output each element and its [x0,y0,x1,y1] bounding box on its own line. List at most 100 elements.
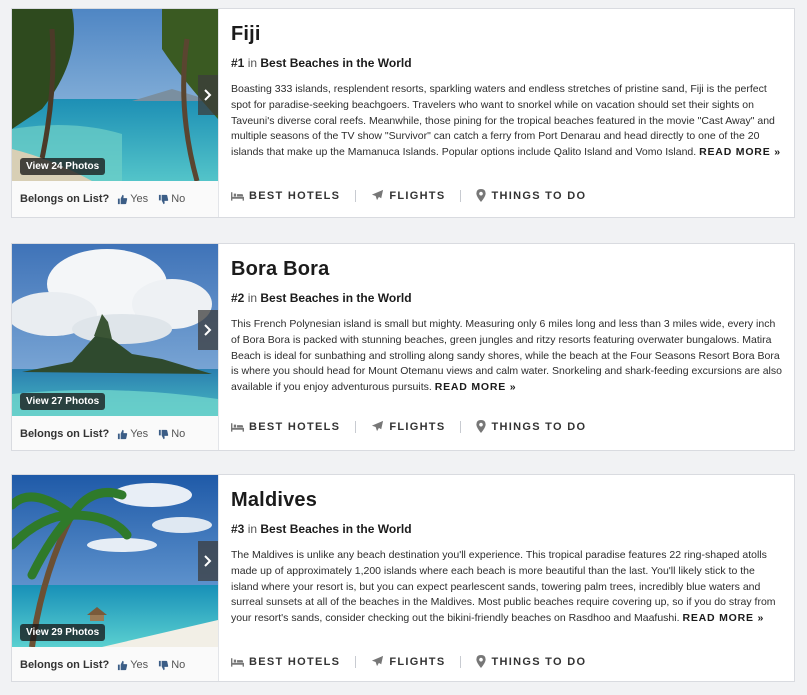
flights-link[interactable]: FLIGHTS [371,420,445,433]
vote-no-button[interactable]: No [158,659,185,671]
read-more-link[interactable]: READ MORE » [435,381,517,393]
vote-no-label: No [171,659,186,671]
things-to-do-label: THINGS TO DO [491,420,587,433]
next-photo-button[interactable] [198,541,218,581]
vote-question: Belongs on List? [20,659,110,671]
view-photos-button[interactable]: View 24 Photos [20,158,106,175]
link-divider [355,655,357,668]
destination-title[interactable]: Bora Bora [231,258,782,281]
bed-icon [231,657,244,667]
view-photos-button[interactable]: View 27 Photos [20,393,106,410]
rank-number: #1 [231,56,245,70]
flights-label: FLIGHTS [389,655,446,668]
best-hotels-label: BEST HOTELS [249,655,341,668]
related-links: BEST HOTELS FLIGHTS THINGS TO DO [231,655,586,668]
destination-description: Boasting 333 islands, resplendent resort… [231,82,782,161]
related-links: BEST HOTELS FLIGHTS THINGS TO DO [231,420,586,433]
link-divider [460,189,462,202]
best-hotels-link[interactable]: BEST HOTELS [231,421,340,433]
things-to-do-link[interactable]: THINGS TO DO [476,420,586,433]
view-photos-button[interactable]: View 29 Photos [20,624,106,641]
link-divider [460,420,462,433]
destination-title[interactable]: Fiji [231,23,782,46]
read-more-link[interactable]: READ MORE » [699,146,781,158]
best-hotels-label: BEST HOTELS [249,189,341,202]
rank-line: #3 in Best Beaches in the World [231,522,782,536]
rank-line: #2 in Best Beaches in the World [231,291,782,305]
thumbs-up-icon [118,429,128,439]
thumbs-down-icon [159,429,169,439]
link-divider [460,655,462,668]
vote-yes-button[interactable]: Yes [117,659,148,671]
map-pin-icon [476,420,487,433]
vote-yes-label: Yes [130,193,149,205]
flights-label: FLIGHTS [389,189,446,202]
things-to-do-label: THINGS TO DO [491,655,587,668]
airplane-icon [372,655,384,667]
card-media: View 24 Photos Belongs on List? Yes No [12,9,219,217]
thumbs-down-icon [159,194,169,204]
best-hotels-label: BEST HOTELS [249,420,341,433]
things-to-do-link[interactable]: THINGS TO DO [476,189,586,202]
belongs-on-list: Belongs on List? Yes No [12,416,218,452]
things-to-do-label: THINGS TO DO [491,189,587,202]
bed-icon [231,422,244,432]
list-link[interactable]: Best Beaches in the World [260,522,411,536]
best-hotels-link[interactable]: BEST HOTELS [231,190,340,202]
link-divider [355,189,357,202]
rank-in: in [247,56,258,70]
chevron-right-icon [204,555,212,567]
chevron-right-icon [204,324,212,336]
thumbs-up-icon [118,194,128,204]
destination-description: This French Polynesian island is small b… [231,317,782,396]
thumbs-down-icon [159,660,169,670]
description-text: Boasting 333 islands, resplendent resort… [231,83,775,159]
vote-no-label: No [171,428,186,440]
destination-photo[interactable]: View 27 Photos [12,244,218,416]
list-link[interactable]: Best Beaches in the World [260,56,411,70]
vote-yes-label: Yes [130,659,149,671]
card-media: View 29 Photos Belongs on List? Yes No [12,475,219,681]
link-divider [355,420,357,433]
vote-no-button[interactable]: No [158,193,185,205]
vote-question: Belongs on List? [20,193,110,205]
rank-in: in [247,291,258,305]
destination-title[interactable]: Maldives [231,489,782,512]
related-links: BEST HOTELS FLIGHTS THINGS TO DO [231,189,586,202]
card-media: View 27 Photos Belongs on List? Yes No [12,244,219,450]
bed-icon [231,191,244,201]
vote-no-button[interactable]: No [158,428,185,440]
airplane-icon [372,420,384,432]
destination-photo[interactable]: View 24 Photos [12,9,218,181]
belongs-on-list: Belongs on List? Yes No [12,181,218,217]
destination-photo[interactable]: View 29 Photos [12,475,218,647]
next-photo-button[interactable] [198,310,218,350]
vote-no-label: No [171,193,186,205]
vote-yes-label: Yes [130,428,149,440]
flights-label: FLIGHTS [389,420,446,433]
belongs-on-list: Belongs on List? Yes No [12,647,218,683]
next-photo-button[interactable] [198,75,218,115]
map-pin-icon [476,189,487,202]
vote-yes-button[interactable]: Yes [117,193,148,205]
chevron-right-icon [204,89,212,101]
list-link[interactable]: Best Beaches in the World [260,291,411,305]
best-hotels-link[interactable]: BEST HOTELS [231,656,340,668]
thumbs-up-icon [118,660,128,670]
card-body: Bora Bora #2 in Best Beaches in the Worl… [231,244,782,396]
destination-card: View 27 Photos Belongs on List? Yes No B… [11,243,795,451]
card-body: Fiji #1 in Best Beaches in the World Boa… [231,9,782,161]
destination-description: The Maldives is unlike any beach destina… [231,548,782,627]
vote-question: Belongs on List? [20,428,110,440]
destination-card: View 24 Photos Belongs on List? Yes No F… [11,8,795,218]
vote-yes-button[interactable]: Yes [117,428,148,440]
flights-link[interactable]: FLIGHTS [371,189,445,202]
rank-number: #3 [231,522,245,536]
flights-link[interactable]: FLIGHTS [371,655,445,668]
read-more-link[interactable]: READ MORE » [682,612,764,624]
map-pin-icon [476,655,487,668]
rank-number: #2 [231,291,245,305]
destination-card: View 29 Photos Belongs on List? Yes No M… [11,474,795,682]
rank-line: #1 in Best Beaches in the World [231,56,782,70]
things-to-do-link[interactable]: THINGS TO DO [476,655,586,668]
